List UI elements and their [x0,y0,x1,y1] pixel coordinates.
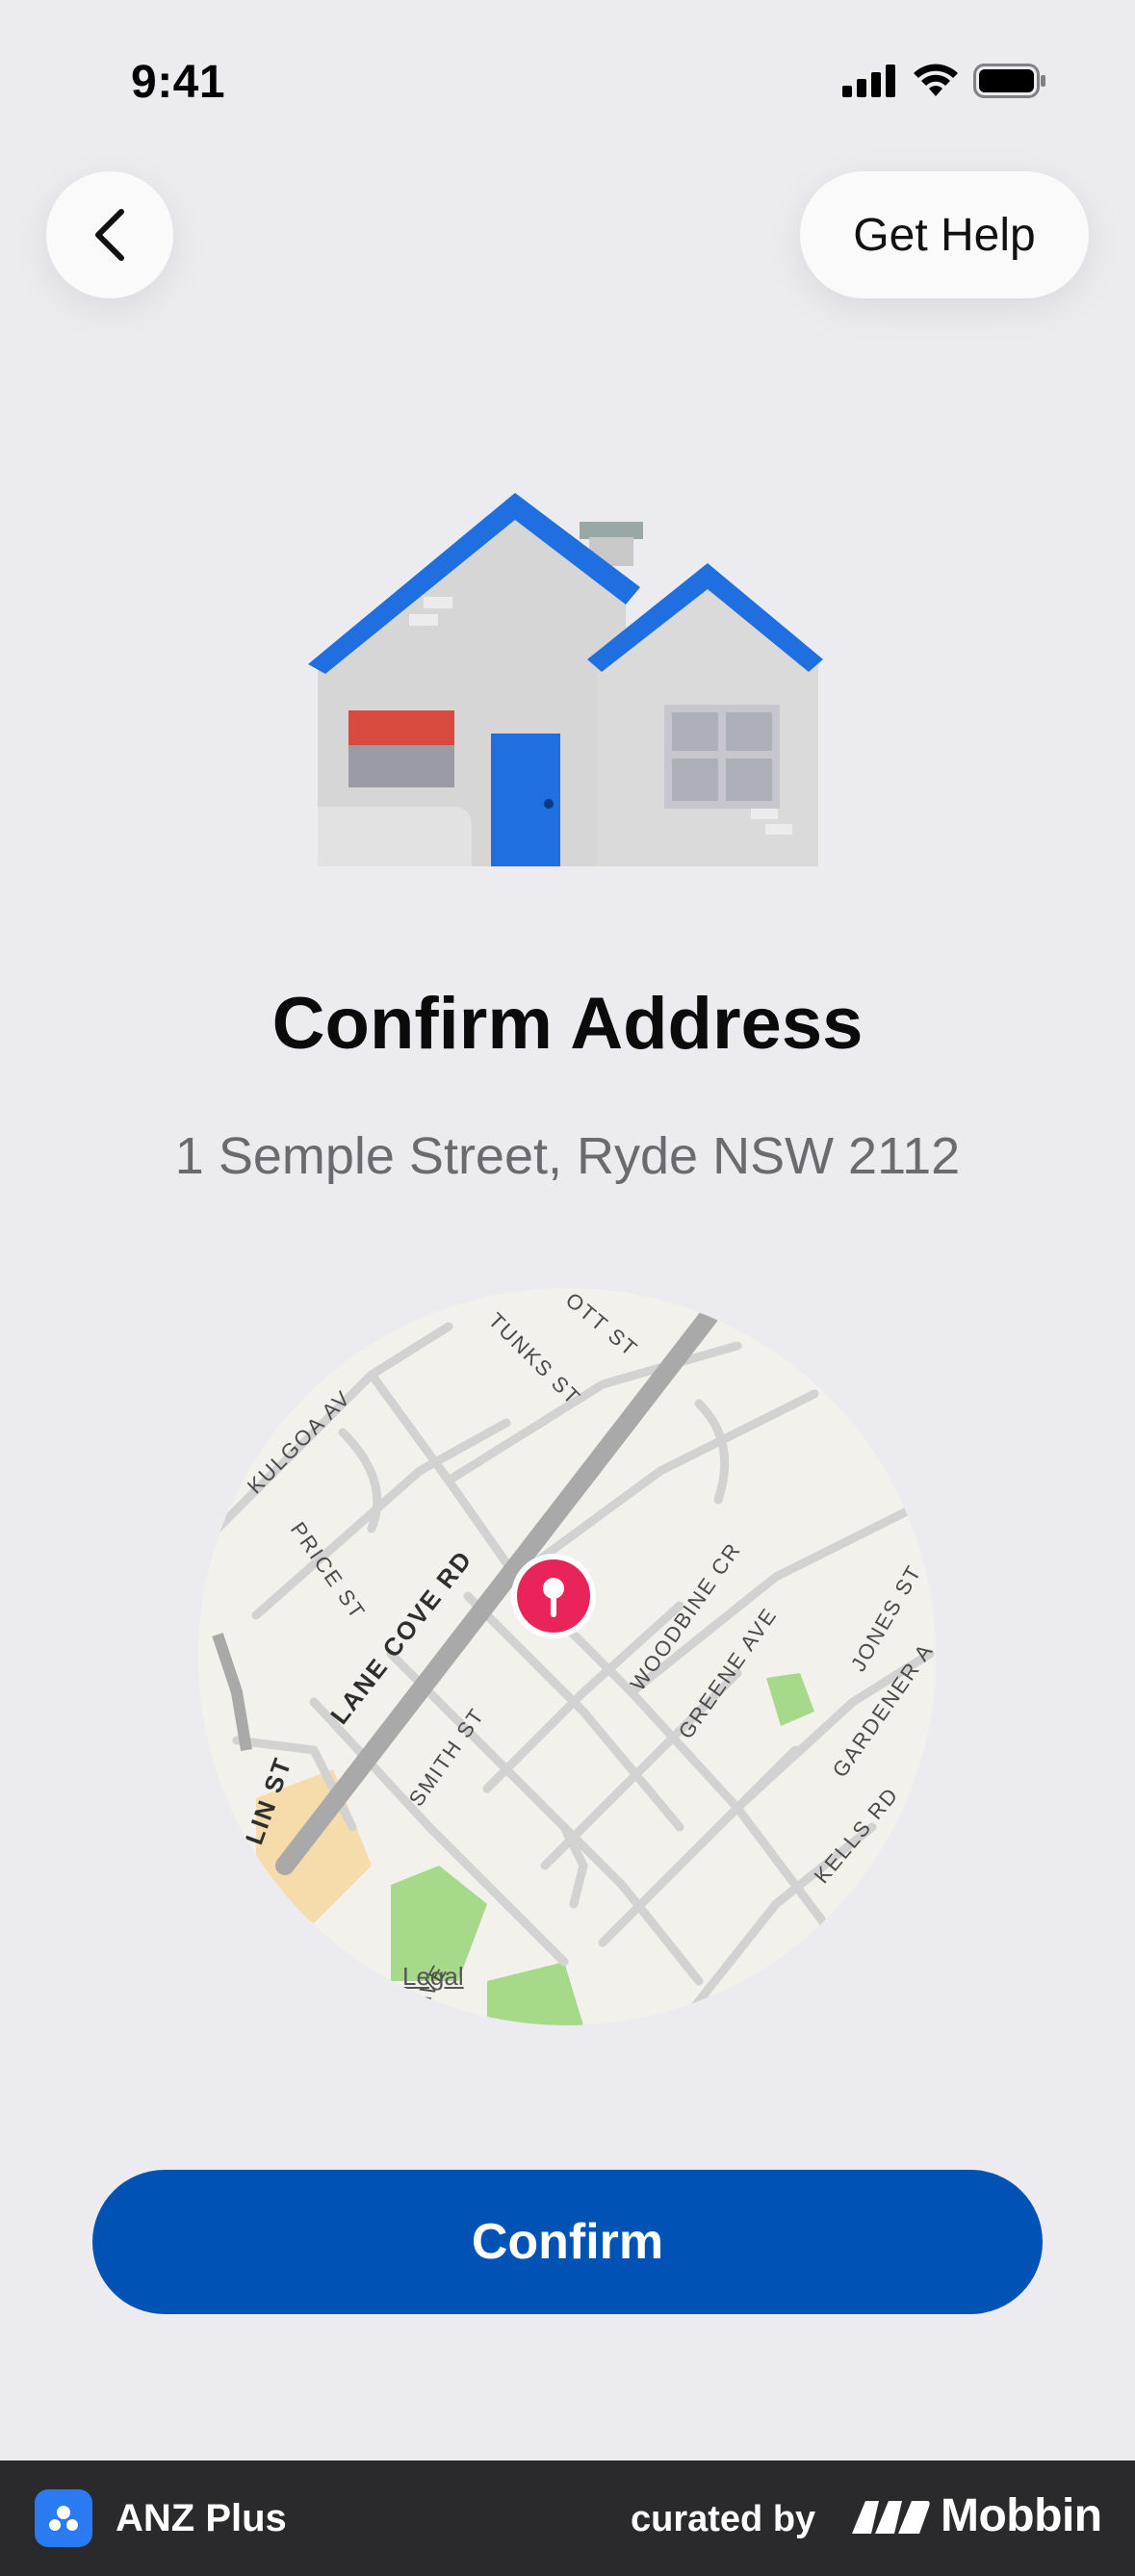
footer-bar: ANZ Plus curated by Mobbin [0,2460,1135,2576]
mobbin-logo-icon [852,2500,930,2534]
address-text: 1 Semple Street, Ryde NSW 2112 [174,1127,961,1185]
page-title: Confirm Address [271,983,864,1065]
footer-curated-by: curated by [631,2499,816,2539]
cellular-signal-icon [842,64,895,97]
battery-icon [973,64,1045,98]
map-legal-link[interactable]: Legal [402,1962,464,1992]
confirm-button[interactable]: Confirm [92,2170,1043,2314]
status-bar: 9:41 [0,0,1135,164]
footer-brand: Mobbin [852,2489,1102,2542]
address-map[interactable]: KULGOA AV TUNKS ST OTT ST PRICE ST WOODB… [198,1288,936,2025]
location-pin-icon [511,1554,596,1638]
map-streets: KULGOA AV TUNKS ST OTT ST PRICE ST WOODB… [198,1288,936,2025]
anz-app-logo-icon [35,2489,92,2547]
chevron-left-icon [95,209,124,261]
footer-app-name: ANZ Plus [116,2497,287,2539]
wifi-icon [914,64,958,96]
back-button[interactable] [46,171,173,298]
status-time: 9:41 [131,57,226,108]
status-icons [842,64,1046,98]
house-illustration [308,493,823,866]
footer-brand-name: Mobbin [941,2490,1102,2541]
get-help-button[interactable]: Get Help [800,171,1089,298]
